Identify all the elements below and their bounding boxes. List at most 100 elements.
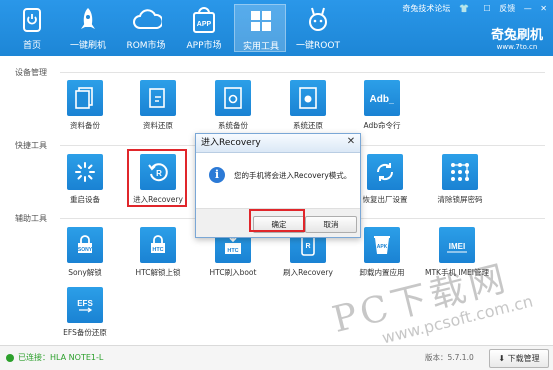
svg-text:Adb_: Adb_ [370,94,394,105]
forum-link[interactable]: 奇兔技术论坛 [402,4,450,13]
tool-label: 资料备份 [70,121,100,130]
app-bag-icon: APP [193,7,215,33]
dialog-close-button[interactable]: ✕ [344,135,358,149]
download-manager-label: 下载管理 [507,354,540,363]
brand-logo: 奇兔刷机 www.7to.cn [491,24,543,51]
tool-label: 清除锁屏密码 [437,195,483,204]
imei-icon: IMEI [447,242,467,253]
nav-app-market-label: APP市场 [186,41,222,51]
tool-label: 资料还原 [143,121,173,130]
tool-tile: SONY [67,227,103,263]
tool-tile [442,154,478,190]
cloud-icon [133,9,162,29]
svg-text:SONY: SONY [78,247,93,253]
sony-icon: SONY [78,235,93,253]
tool-data-backup[interactable]: 资料备份 [50,80,120,131]
svg-text:EFS: EFS [77,299,93,308]
brand-url: www.7to.cn [496,43,538,51]
tool-label: HTC解锁上锁 [135,268,181,277]
tool-adb-command[interactable]: Adb_ Adb命令行 [347,80,417,131]
minimize-button[interactable]: — [524,4,532,13]
tool-tile [140,80,176,116]
tool-tile: APK [364,227,400,263]
tool-tile [215,80,251,116]
tool-label: 刷入Recovery [283,268,333,277]
tool-tile: HTC [140,227,176,263]
section-title-aux: 辅助工具 [15,214,47,223]
section-title-quick: 快捷工具 [15,141,47,150]
nav-rom-market-label: ROM市场 [126,41,166,51]
apk-uninstall-icon: APK [374,236,390,254]
connected-status-icon [6,354,14,362]
adb-icon: Adb_ [370,94,394,105]
tool-tile [67,80,103,116]
connection-status: 已连接：HLA NOTE1-L [18,353,104,362]
svg-text:R: R [305,243,310,250]
tool-clear-lock-password[interactable]: 清除锁屏密码 [425,154,495,205]
svg-text:APK: APK [377,244,388,250]
section-title-device: 设备管理 [15,68,47,77]
tool-tile: EFS [67,287,103,323]
feedback-label: 反馈 [499,4,516,13]
nav-utilities[interactable]: 实用工具 [234,4,286,52]
top-navigation-bar: 首页 一键刷机 ROM市场 APP APP市场 实用工具 一键ROOT 奇兔技术… [0,0,553,56]
tools-grid-icon [251,11,271,31]
home-icon [23,8,41,32]
unlock-pattern-icon [451,163,469,181]
tool-label: EFS备份还原 [63,328,107,337]
system-backup-icon [224,87,242,109]
reboot-icon [75,162,95,182]
shirt-icon[interactable]: 👕 [459,4,469,13]
nav-one-click-flash-label: 一键刷机 [69,41,106,51]
dialog-cancel-button[interactable]: 取消 [305,216,357,233]
tool-htc-lock-unlock[interactable]: HTC HTC解锁上锁 [123,227,193,278]
tool-data-restore[interactable]: 资料还原 [123,80,193,131]
tool-label: Sony解锁 [68,268,102,277]
tool-tile [367,154,403,190]
brand-name: 奇兔刷机 [490,28,543,43]
tool-tile: Adb_ [364,80,400,116]
version-label: 版本：5.7.1.0 [425,353,474,362]
nav-home[interactable]: 首页 [6,4,58,52]
tool-tile [290,80,326,116]
status-bar: 已连接：HLA NOTE1-L 版本：5.7.1.0 ⬇ 下载管理 [0,345,553,370]
tool-sony-unlock[interactable]: SONY Sony解锁 [50,227,120,278]
document-backup-icon [75,87,93,109]
rabbit-icon [309,7,327,31]
tool-reboot-device[interactable]: 重启设备 [50,154,120,205]
info-icon: i [209,167,225,183]
nav-home-label: 首页 [22,41,41,51]
tool-tile [67,154,103,190]
svg-text:HTC: HTC [227,248,238,254]
svg-text:HTC: HTC [152,247,163,253]
download-icon: ⬇ [498,354,506,363]
svg-text:IMEI: IMEI [449,242,465,251]
tool-efs-backup-restore[interactable]: EFS EFS备份还原 [50,287,120,338]
nav-one-click-root-label: 一键ROOT [296,41,340,51]
nav-rom-market[interactable]: ROM市场 [120,4,172,52]
factory-reset-icon [376,163,394,181]
tool-label: 系统备份 [218,121,248,130]
tool-system-backup[interactable]: 系统备份 [198,80,268,131]
tool-label: 系统还原 [293,121,323,130]
ok-highlight-box [249,209,305,232]
feedback-icon: ☐ [483,4,491,13]
nav-one-click-flash[interactable]: 一键刷机 [62,4,114,52]
dialog-message: 您的手机将会进入Recovery模式。 [234,171,352,180]
tool-system-restore[interactable]: 系统还原 [273,80,343,131]
section-divider [60,72,545,73]
efs-icon: EFS [77,299,93,313]
document-restore-icon [149,88,165,108]
download-manager-button[interactable]: ⬇ 下载管理 [489,349,549,368]
tool-label: HTC刷入boot [209,268,257,277]
nav-utilities-label: 实用工具 [242,42,279,52]
svg-text:APP: APP [197,21,212,28]
tool-label: 重启设备 [70,195,100,204]
rocket-icon [81,8,95,29]
htc-lock-icon: HTC [151,235,165,253]
window-top-bar: 奇兔技术论坛 👕 ☐ 反馈 — ✕ [396,3,547,14]
nav-app-market[interactable]: APP APP市场 [178,4,230,52]
nav-one-click-root[interactable]: 一键ROOT [292,4,344,52]
feedback-link[interactable]: ☐ 反馈 [477,4,515,13]
close-button[interactable]: ✕ [540,4,547,13]
